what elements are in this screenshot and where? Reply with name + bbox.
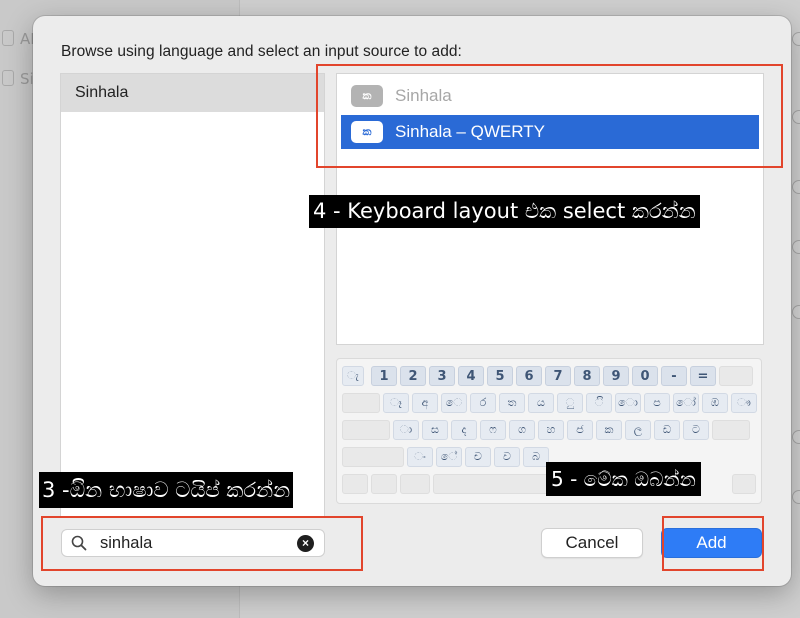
keyboard-key: 5 [487, 366, 513, 386]
keyboard-key: ය [528, 393, 554, 413]
language-list[interactable]: Sinhala [60, 73, 325, 518]
background-radio [792, 305, 800, 319]
language-item-sinhala[interactable]: Sinhala [61, 74, 324, 112]
highlight-add-button [662, 516, 764, 571]
keyboard-key-blank [342, 447, 404, 467]
keyboard-key: ත [499, 393, 525, 413]
keyboard-key: ේ [436, 447, 462, 467]
keyboard-key: ෑ [383, 393, 409, 413]
keyboard-key: ෝ [673, 393, 699, 413]
keyboard-key: ල [625, 420, 651, 440]
keyboard-key: අ [412, 393, 438, 413]
annotation-step-5: 5 - මේක ඔබන්න [546, 462, 701, 496]
keyboard-key: ෆ [480, 420, 506, 440]
keyboard-key: 1 [371, 366, 397, 386]
keyboard-key-blank [342, 393, 380, 413]
keyboard-key: ි [586, 393, 612, 413]
keyboard-key: ස [422, 420, 448, 440]
keyboard-key: ෙ [441, 393, 467, 413]
keyboard-key: ා [393, 420, 419, 440]
keyboard-key: 3 [429, 366, 455, 386]
keyboard-key: 0 [632, 366, 658, 386]
background-radio [792, 240, 800, 254]
keyboard-key: - [661, 366, 687, 386]
instruction-text: Browse using language and select an inpu… [61, 43, 462, 60]
cancel-button[interactable]: Cancel [541, 528, 643, 558]
keyboard-key: ෟ [731, 393, 757, 413]
keyboard-key: ව [494, 447, 520, 467]
keyboard-key-blank [400, 474, 430, 494]
keyboard-key: ක [596, 420, 622, 440]
keyboard-key-blank [732, 474, 756, 494]
highlight-search [41, 516, 363, 571]
keyboard-key-blank [342, 474, 368, 494]
keyboard-key: 9 [603, 366, 629, 386]
background-radio [792, 180, 800, 194]
keyboard-icon [2, 70, 14, 86]
keyboard-key: 6 [516, 366, 542, 386]
background-radio [792, 110, 800, 124]
keyboard-key-blank [712, 420, 750, 440]
keyboard-key: ො [615, 393, 641, 413]
annotation-step-3: 3 -ඔින භාෂාව ටයිප් කරන්න [39, 472, 294, 508]
keyboard-key-blank [719, 366, 753, 386]
keyboard-key-blank [371, 474, 397, 494]
background-sidebar-item: Si [2, 70, 34, 88]
keyboard-key: ඩ [654, 420, 680, 440]
keyboard-key: 2 [400, 366, 426, 386]
keyboard-key: ර [470, 393, 496, 413]
highlight-input-source [316, 64, 783, 168]
keyboard-key: 7 [545, 366, 571, 386]
keyboard-key: 4 [458, 366, 484, 386]
keyboard-key: = [690, 366, 716, 386]
keyboard-key-blank [342, 420, 390, 440]
keyboard-key: ප [644, 393, 670, 413]
keyboard-key: ජ [567, 420, 593, 440]
keyboard-key: ද [451, 420, 477, 440]
annotation-step-4: 4 - Keyboard layout එක select කරන්න [309, 195, 700, 228]
keyboard-key: හ [538, 420, 564, 440]
keyboard-key: ැ [342, 366, 364, 386]
keyboard-key: ු [557, 393, 583, 413]
keyboard-icon [2, 30, 14, 46]
keyboard-key: 8 [574, 366, 600, 386]
keyboard-key: ං [407, 447, 433, 467]
keyboard-key: ච [465, 447, 491, 467]
background-sidebar-label: Si [20, 70, 34, 88]
background-radio [792, 430, 800, 444]
background-radio [792, 32, 800, 46]
keyboard-key: ඹ [702, 393, 728, 413]
keyboard-key: ග [509, 420, 535, 440]
background-radio [792, 490, 800, 504]
keyboard-key: ට [683, 420, 709, 440]
